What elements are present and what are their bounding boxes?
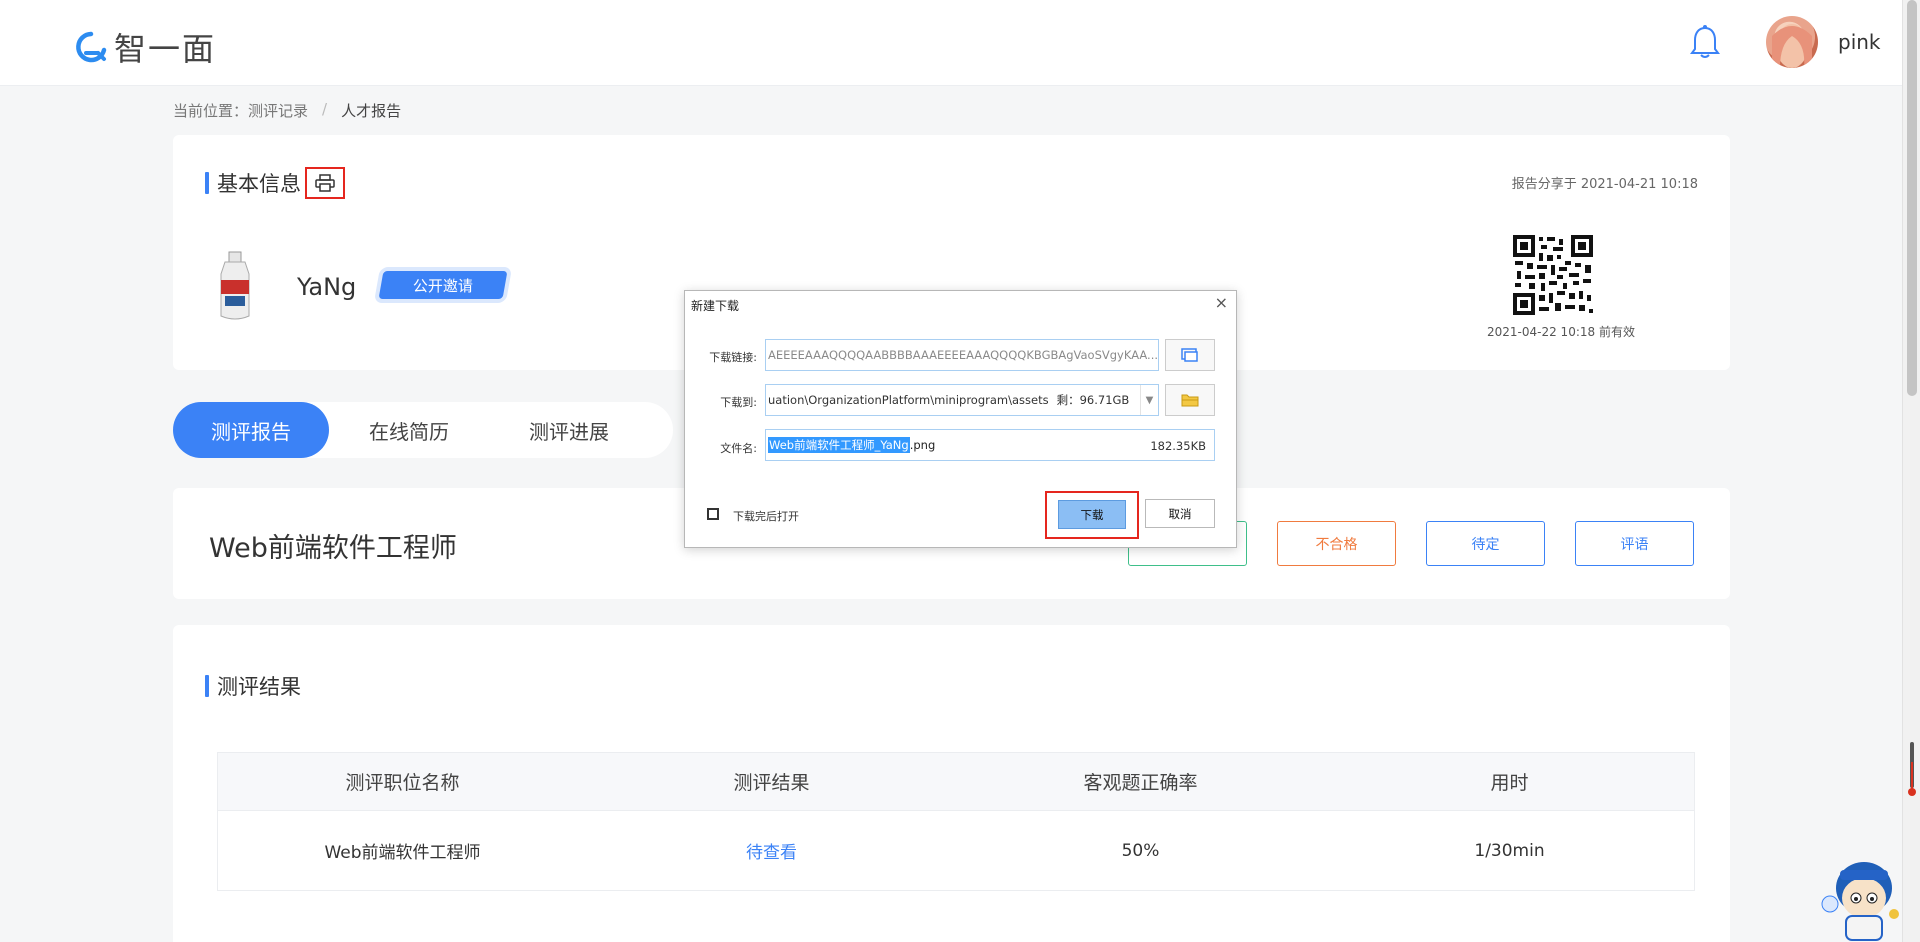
open-after-download-label: 下载完后打开 xyxy=(733,510,799,523)
open-after-download-checkbox[interactable] xyxy=(707,508,719,520)
destination-dropdown-icon[interactable]: ▼ xyxy=(1140,385,1158,415)
dialog-title: 新建下载 xyxy=(691,299,740,313)
title-accent-bar xyxy=(205,172,209,194)
browse-folder-button[interactable] xyxy=(1165,384,1215,416)
assessment-result-card: 测评结果 测评职位名称 测评结果 客观题正确率 用时 Web前端软件工程师 待查… xyxy=(173,625,1730,942)
breadcrumb-prefix: 当前位置：测评记录 xyxy=(173,102,309,120)
table-cell-accuracy: 50% xyxy=(1121,840,1160,861)
top-header: 智一面 pink xyxy=(0,0,1902,86)
reject-button[interactable]: 不合格 xyxy=(1277,521,1396,566)
column-header: 测评结果 xyxy=(733,772,810,794)
avatar-image-icon xyxy=(1772,24,1812,68)
invite-tag: 公开邀请 xyxy=(378,271,508,299)
copy-icon xyxy=(1181,348,1198,362)
tab-assessment-report[interactable]: 测评报告 xyxy=(173,402,329,458)
result-title: 测评结果 xyxy=(205,671,301,701)
close-icon[interactable]: × xyxy=(1215,295,1228,311)
breadcrumb-item-records[interactable]: 测评记录 xyxy=(248,102,308,120)
qr-code-icon xyxy=(1513,235,1593,315)
report-tabs: 测评报告 在线简历 测评进展 xyxy=(173,402,673,458)
filename-selected-text: Web前端软件工程师_YaNg xyxy=(768,437,910,453)
copy-url-button[interactable] xyxy=(1165,339,1215,371)
free-space-text: 剩：96.71GB xyxy=(1056,393,1130,407)
share-time: 报告分享于 2021-04-21 10:18 xyxy=(1511,177,1698,192)
basic-info-title-text: 基本信息 xyxy=(217,172,301,196)
candidate-photo-icon xyxy=(220,251,250,320)
candidate-name: YaNg xyxy=(297,273,357,301)
comment-button[interactable]: 评语 xyxy=(1575,521,1694,566)
page-scrollbar[interactable] xyxy=(1902,0,1920,942)
download-button[interactable]: 下载 xyxy=(1058,500,1126,529)
download-url-field[interactable]: AEEEEAAAQQQQAABBBBAAAEEEEAAAQQQQKBGBAgVa… xyxy=(765,339,1159,371)
tab-online-resume[interactable]: 在线简历 xyxy=(329,402,489,458)
breadcrumb: 当前位置：测评记录 / 人才报告 xyxy=(173,100,401,121)
table-header: 测评职位名称 测评结果 客观题正确率 用时 xyxy=(218,753,1694,810)
url-label: 下载链接: xyxy=(709,351,757,364)
view-result-link[interactable]: 待查看 xyxy=(587,811,956,890)
pending-button[interactable]: 待定 xyxy=(1426,521,1545,566)
table-cell-duration: 1/30min xyxy=(1474,840,1545,861)
download-dialog: 新建下载 × 下载链接: AEEEEAAAQQQQAABBBBAAAEEEEAA… xyxy=(684,290,1237,548)
logo-text: 智一面 xyxy=(114,30,217,68)
invite-tag-text: 公开邀请 xyxy=(412,276,473,295)
scrollbar-thumb[interactable] xyxy=(1907,0,1917,396)
column-header: 测评职位名称 xyxy=(345,772,460,794)
job-title: Web前端软件工程师 xyxy=(209,533,457,564)
tab-assessment-progress[interactable]: 测评进展 xyxy=(489,402,649,458)
user-avatar[interactable] xyxy=(1766,16,1818,68)
table-row: Web前端软件工程师 待查看 50% 1/30min xyxy=(218,810,1694,890)
column-header: 客观题正确率 xyxy=(1083,772,1198,794)
column-header: 用时 xyxy=(1490,772,1529,794)
breadcrumb-separator: / xyxy=(322,100,328,118)
filename-label: 文件名: xyxy=(720,442,757,455)
basic-info-title: 基本信息 xyxy=(205,167,345,199)
file-size: 182.35KB xyxy=(1150,439,1206,453)
destination-path-field[interactable]: uation\OrganizationPlatform\miniprogram\… xyxy=(765,384,1159,416)
print-button[interactable] xyxy=(305,167,345,199)
folder-icon xyxy=(1181,394,1199,407)
printer-icon xyxy=(315,174,335,192)
destination-label: 下载到: xyxy=(720,396,757,409)
result-title-text: 测评结果 xyxy=(217,675,301,699)
logo[interactable]: 智一面 xyxy=(72,24,216,70)
result-table: 测评职位名称 测评结果 客观题正确率 用时 Web前端软件工程师 待查看 50%… xyxy=(217,752,1695,891)
user-name[interactable]: pink xyxy=(1838,30,1881,54)
title-accent-bar xyxy=(205,675,209,697)
bell-icon[interactable] xyxy=(1690,24,1720,60)
thermometer-icon xyxy=(1908,742,1916,796)
breadcrumb-item-report: 人才报告 xyxy=(341,102,402,120)
mascot-assistant-icon[interactable] xyxy=(1820,848,1902,942)
filename-extension: .png xyxy=(909,438,936,452)
destination-path-text: uation\OrganizationPlatform\miniprogram\… xyxy=(768,393,1049,407)
filename-input[interactable]: Web前端软件工程师_YaNg .png 182.35KB xyxy=(765,429,1215,461)
table-cell-position: Web前端软件工程师 xyxy=(324,843,481,863)
download-button-highlight: 下载 xyxy=(1045,491,1139,539)
qr-valid-text: 2021-04-22 10:18 前有效 xyxy=(1487,325,1635,339)
cancel-button[interactable]: 取消 xyxy=(1145,499,1215,528)
logo-mark-icon xyxy=(76,31,107,63)
